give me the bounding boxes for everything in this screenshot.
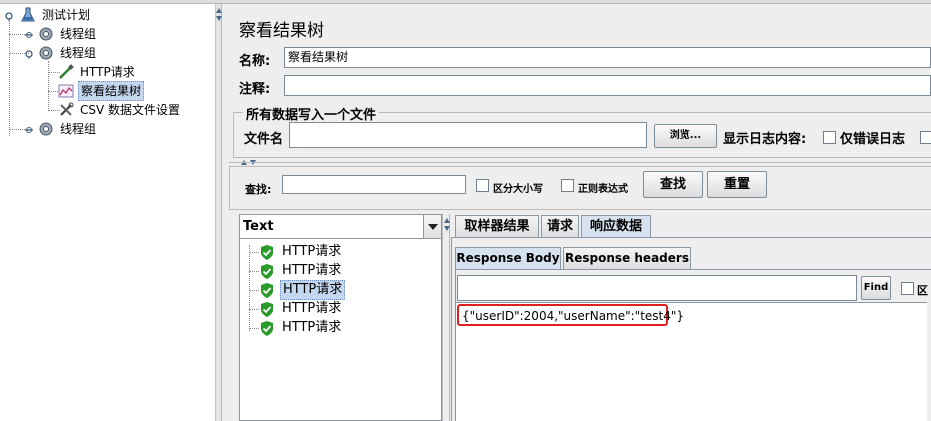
regex-checkbox[interactable] bbox=[561, 179, 574, 192]
response-find-option-checkbox[interactable] bbox=[901, 282, 914, 295]
tab-response-data[interactable]: 响应数据 bbox=[581, 215, 651, 238]
filename-label: 文件名 bbox=[244, 132, 284, 147]
splitter-left-arrow-icon[interactable] bbox=[444, 218, 450, 223]
tree-node-label: CSV 数据文件设置 bbox=[80, 103, 181, 117]
splitter-left-arrow-icon[interactable] bbox=[216, 8, 222, 13]
tree-node-label: HTTP请求 bbox=[80, 65, 135, 79]
test-plan-tree[interactable]: 测试计划 线程组 线程组 HTTP请求 察看结果树 CSV 数据文件设置 线程组 bbox=[0, 4, 216, 421]
comment-label: 注释: bbox=[239, 82, 271, 97]
name-label: 名称: bbox=[239, 54, 271, 69]
comment-field[interactable] bbox=[284, 75, 931, 96]
sample-result-item[interactable]: HTTP请求 bbox=[260, 319, 343, 337]
success-shield-icon bbox=[261, 301, 273, 317]
reset-button[interactable]: 重置 bbox=[707, 171, 767, 198]
case-sensitive-label: 区分大小写 bbox=[493, 184, 543, 195]
successes-only-checkbox[interactable] bbox=[920, 131, 931, 144]
find-button[interactable]: 查找 bbox=[643, 171, 703, 198]
tree-node-label: 察看结果树 bbox=[78, 81, 145, 101]
tree-connector bbox=[249, 328, 259, 329]
tree-connector bbox=[249, 309, 259, 310]
expand-handle-icon[interactable] bbox=[24, 124, 34, 134]
success-shield-icon bbox=[261, 282, 273, 298]
tree-node-label: 线程组 bbox=[60, 122, 97, 136]
collapse-handle-icon[interactable] bbox=[24, 48, 34, 59]
tree-connector bbox=[48, 61, 49, 111]
tree-node-thread-group[interactable]: 线程组 bbox=[38, 44, 98, 62]
response-find-option-label: 区 bbox=[917, 284, 928, 297]
pipette-icon bbox=[58, 64, 74, 80]
splitter-right-arrow-icon[interactable] bbox=[216, 16, 222, 21]
regex-label: 正则表达式 bbox=[578, 184, 628, 195]
result-detail-tabs: 取样器结果 请求 响应数据 Response Body Response hea… bbox=[451, 214, 931, 421]
sample-result-label: HTTP请求 bbox=[282, 263, 342, 278]
success-shield-icon bbox=[261, 263, 273, 279]
subtab-response-body[interactable]: Response Body bbox=[455, 247, 561, 269]
tab-request[interactable]: 请求 bbox=[541, 215, 579, 238]
response-find-button[interactable]: Find bbox=[861, 276, 891, 300]
sample-results-list[interactable]: Text HTTP请求 HTTP请求 HTTP请求 HTTP请求 HTTP请求 bbox=[239, 214, 442, 421]
renderer-dropdown-value: Text bbox=[243, 219, 274, 234]
tree-node-label: 线程组 bbox=[60, 27, 97, 41]
tree-connector bbox=[249, 245, 250, 331]
wrench-icon bbox=[58, 102, 74, 118]
sample-result-item-selected[interactable]: HTTP请求 bbox=[260, 280, 346, 300]
tree-connector bbox=[249, 252, 259, 253]
tree-node-view-results-tree[interactable]: 察看结果树 bbox=[58, 81, 145, 101]
tree-connector bbox=[9, 18, 10, 136]
tree-node-test-plan[interactable]: 测试计划 bbox=[20, 6, 92, 24]
splitter-right-arrow-icon[interactable] bbox=[444, 226, 450, 231]
filename-field[interactable] bbox=[289, 122, 647, 148]
tree-node-thread-group[interactable]: 线程组 bbox=[38, 120, 98, 138]
sample-result-label: HTTP请求 bbox=[282, 320, 342, 335]
errors-only-checkbox[interactable] bbox=[823, 131, 836, 144]
tab-sampler-result[interactable]: 取样器结果 bbox=[455, 215, 539, 238]
tree-connector bbox=[249, 271, 259, 272]
response-body-area[interactable]: {"userID":2004,"userName":"test4"} bbox=[455, 302, 927, 421]
sample-result-label: HTTP请求 bbox=[282, 301, 342, 316]
gear-icon bbox=[38, 45, 54, 61]
success-shield-icon bbox=[261, 320, 273, 336]
tree-node-csv-config[interactable]: CSV 数据文件设置 bbox=[58, 101, 182, 119]
sample-result-label: HTTP请求 bbox=[280, 280, 346, 300]
name-field[interactable]: 察看结果树 bbox=[284, 47, 931, 68]
success-shield-icon bbox=[261, 244, 273, 260]
panel-splitter[interactable] bbox=[216, 4, 222, 421]
browse-button[interactable]: 浏览... bbox=[654, 124, 717, 148]
chevron-down-icon[interactable] bbox=[423, 215, 441, 238]
sample-result-label: HTTP请求 bbox=[282, 244, 342, 259]
log-content-label: 显示日志内容: bbox=[723, 132, 807, 147]
test-plan-icon bbox=[20, 7, 36, 23]
page-title: 察看结果树 bbox=[239, 21, 324, 41]
gear-icon bbox=[38, 121, 54, 137]
response-find-input[interactable] bbox=[457, 275, 857, 301]
section-divider bbox=[229, 162, 931, 163]
graph-icon bbox=[58, 83, 74, 99]
subtab-response-headers[interactable]: Response headers bbox=[563, 247, 691, 269]
search-input[interactable] bbox=[282, 175, 466, 194]
tree-connector bbox=[249, 290, 259, 291]
expand-handle-icon[interactable] bbox=[24, 29, 34, 39]
results-splitter[interactable] bbox=[442, 214, 450, 421]
tree-node-label: 测试计划 bbox=[42, 8, 91, 22]
tree-node-label: 线程组 bbox=[60, 46, 97, 60]
response-body-text: {"userID":2004,"userName":"test4"} bbox=[462, 309, 685, 323]
case-sensitive-checkbox[interactable] bbox=[476, 179, 489, 192]
tree-node-thread-group[interactable]: 线程组 bbox=[38, 25, 98, 43]
errors-only-label: 仅错误日志 bbox=[840, 132, 906, 147]
tree-node-http-request[interactable]: HTTP请求 bbox=[58, 63, 137, 81]
gear-icon bbox=[38, 26, 54, 42]
sample-result-item[interactable]: HTTP请求 bbox=[260, 262, 343, 280]
sample-result-item[interactable]: HTTP请求 bbox=[260, 300, 343, 318]
write-to-file-group-title: 所有数据写入一个文件 bbox=[243, 104, 380, 123]
sample-result-item[interactable]: HTTP请求 bbox=[260, 243, 343, 261]
collapse-handle-icon[interactable] bbox=[4, 10, 14, 21]
search-label: 查找: bbox=[245, 183, 272, 196]
renderer-dropdown[interactable]: Text bbox=[240, 215, 441, 239]
view-results-tree-panel: 察看结果树 名称: 察看结果树 注释: 所有数据写入一个文件 文件名 浏览...… bbox=[223, 4, 931, 421]
